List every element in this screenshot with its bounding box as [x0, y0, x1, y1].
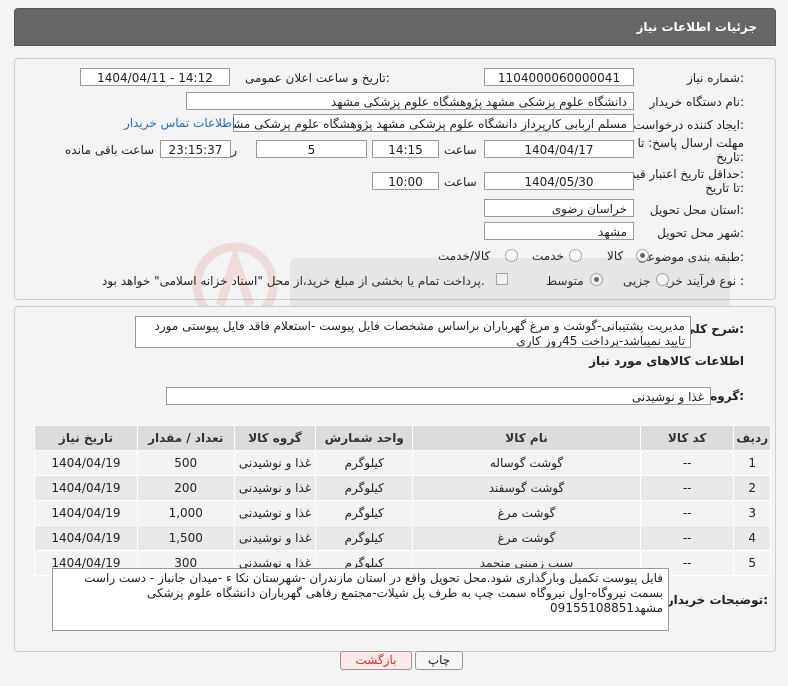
item-qty: 500: [136, 450, 235, 476]
category-service-radio[interactable]: [569, 249, 582, 262]
item-code: --: [639, 475, 735, 501]
province-label: استان محل تحویل:: [649, 203, 744, 217]
validity-time-field: 10:00: [372, 172, 439, 190]
buyer-notes-textarea[interactable]: فایل پیوست تکمیل وبارگذاری شود.محل تحویل…: [52, 568, 669, 631]
remaining-time-label: ساعت باقی مانده: [65, 143, 155, 157]
item-name: گوشت گوسفند: [412, 475, 641, 501]
requester-field: مسلم اربابی کارپرداز دانشگاه علوم پزشکی …: [233, 114, 634, 132]
treasury-note: پرداخت تمام یا بخشی از مبلغ خرید،از محل …: [102, 274, 485, 288]
item-code: --: [639, 500, 735, 526]
province-field: خراسان رضوی: [484, 199, 634, 217]
item-qty: 200: [136, 475, 235, 501]
item-name: گوشت مرغ: [412, 525, 641, 551]
reply-deadline-label: مهلت ارسال پاسخ: تا: [637, 136, 744, 150]
category-goods-label: کالا: [607, 249, 624, 263]
item-unit: کیلوگرم: [315, 475, 414, 501]
item-code: --: [639, 525, 735, 551]
row-number: 2: [733, 475, 771, 501]
item-unit: کیلوگرم: [315, 500, 414, 526]
item-date: 1404/04/19: [34, 475, 138, 501]
city-label: شهر محل تحویل:: [657, 226, 744, 240]
process-medium-radio[interactable]: [590, 273, 603, 286]
category-label: طبقه بندی موضوعی:: [637, 250, 744, 264]
process-label: نوع فرآیند خرید :: [659, 274, 744, 288]
buyer-org-label: نام دستگاه خریدار:: [649, 95, 745, 109]
back-button[interactable]: بازگشت: [340, 651, 412, 670]
item-group: غذا و نوشیدنی: [233, 450, 317, 476]
reply-time-label: ساعت: [444, 143, 477, 157]
item-date: 1404/04/19: [34, 500, 138, 526]
buyer-org-field: دانشگاه علوم پزشکی مشهد پژوهشگاه علوم پز…: [186, 92, 634, 110]
process-small-radio[interactable]: [656, 273, 669, 286]
item-code: --: [639, 450, 735, 476]
reply-time-field: 14:15: [372, 140, 439, 158]
col-group-header: گروه کالا: [233, 425, 317, 451]
row-number: 3: [733, 500, 771, 526]
category-service-label: خدمت: [532, 249, 564, 263]
days-field: 5: [256, 140, 367, 158]
row-number: 4: [733, 525, 771, 551]
item-group: غذا و نوشیدنی: [233, 525, 317, 551]
row-number: 5: [733, 550, 771, 576]
city-field: مشهد: [484, 222, 634, 240]
item-unit: کیلوگرم: [315, 525, 414, 551]
table-row: 4 -- گوشت مرغ کیلوگرم غذا و نوشیدنی 1,50…: [34, 525, 771, 551]
item-unit: کیلوگرم: [315, 450, 414, 476]
goods-table: ردیف کد کالا نام کالا واحد شمارش گروه کا…: [34, 425, 771, 576]
process-small-label: جزیی: [623, 274, 651, 288]
announce-date-label: تاریخ و ساعت اعلان عمومی:: [245, 71, 390, 85]
remaining-time-field: 23:15:37: [160, 140, 231, 158]
announce-date-field: 1404/04/11 - 14:12: [80, 68, 230, 86]
goods-table-header: ردیف کد کالا نام کالا واحد شمارش گروه کا…: [34, 425, 771, 451]
col-name-header: نام کالا: [412, 425, 641, 451]
table-row: 1 -- گوشت گوساله کیلوگرم غذا و نوشیدنی 5…: [34, 450, 771, 476]
item-group: غذا و نوشیدنی: [233, 475, 317, 501]
item-group: غذا و نوشیدنی: [233, 500, 317, 526]
reply-deadline-label-2: تاریخ:: [716, 150, 744, 164]
item-date: 1404/04/19: [34, 450, 138, 476]
col-date-header: تاریخ نیاز: [34, 425, 138, 451]
item-date: 1404/04/19: [34, 525, 138, 551]
price-validity-label-2: تا تاریخ:: [705, 181, 744, 195]
col-code-header: کد کالا: [639, 425, 735, 451]
item-name: گوشت مرغ: [412, 500, 641, 526]
summary-textarea[interactable]: مدیریت پشتیبانی-گوشت و مرغ گهرباران براس…: [135, 316, 691, 348]
validity-date-field: 1404/05/30: [484, 172, 634, 190]
row-number: 1: [733, 450, 771, 476]
category-goods-radio[interactable]: [636, 249, 649, 262]
table-row: 2 -- گوشت گوسفند کیلوگرم غذا و نوشیدنی 2…: [34, 475, 771, 501]
table-row: 3 -- گوشت مرغ کیلوگرم غذا و نوشیدنی 1,00…: [34, 500, 771, 526]
col-row-header: ردیف: [733, 425, 771, 451]
page-title: جزئیات اطلاعات نیاز: [636, 20, 757, 34]
requester-label: ایجاد کننده درخواست:: [633, 118, 744, 132]
goods-section-title: اطلاعات کالاهای مورد نیاز: [589, 354, 744, 368]
page-header: جزئیات اطلاعات نیاز: [14, 8, 776, 46]
buyer-notes-label: توضیحات خریدار:: [666, 593, 768, 607]
category-both-label: کالا/خدمت: [438, 249, 491, 263]
col-qty-header: تعداد / مقدار: [136, 425, 235, 451]
category-both-radio[interactable]: [505, 249, 518, 262]
col-unit-header: واحد شمارش: [315, 425, 414, 451]
item-qty: 1,000: [136, 500, 235, 526]
process-medium-label: متوسط: [546, 274, 584, 288]
buyer-contact-link[interactable]: اطلاعات تماس خریدار: [124, 116, 235, 130]
price-validity-label: حداقل تاریخ اعتبار قیمت:: [617, 167, 744, 181]
validity-time-label: ساعت: [444, 175, 477, 189]
reply-date-field: 1404/04/17: [484, 140, 634, 158]
print-button[interactable]: چاپ: [415, 651, 463, 670]
treasury-checkbox[interactable]: [496, 273, 508, 285]
goods-group-field: غذا و نوشیدنی: [166, 387, 711, 405]
need-number-label: شماره نیاز:: [686, 71, 744, 85]
need-number-field: 1104000060000041: [484, 68, 634, 86]
item-name: گوشت گوساله: [412, 450, 641, 476]
item-qty: 1,500: [136, 525, 235, 551]
